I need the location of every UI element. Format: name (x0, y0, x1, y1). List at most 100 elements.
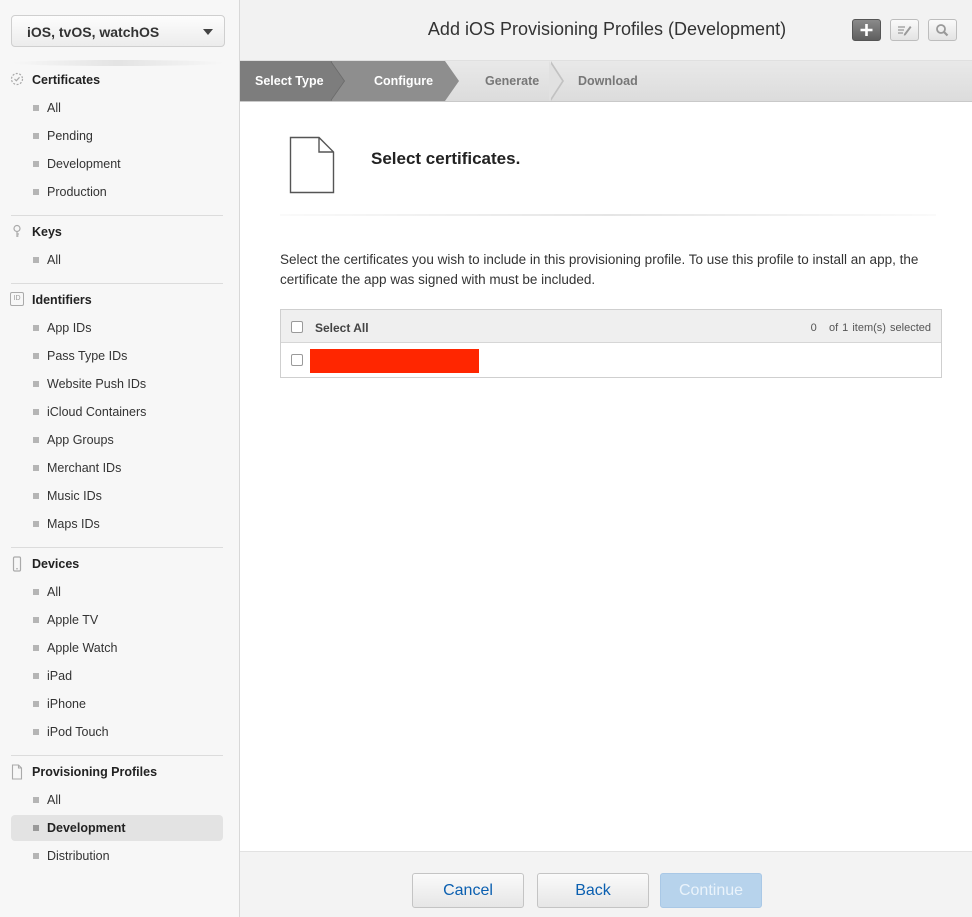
sidebar-item-maps-ids[interactable]: Maps IDs (11, 511, 223, 537)
sidebar-divider (11, 283, 223, 284)
sidebar-item-pass-type-ids[interactable]: Pass Type IDs (11, 343, 223, 369)
section-title-devices: Devices (32, 557, 80, 571)
select-shadow (11, 60, 225, 66)
bullet (33, 325, 39, 331)
sidebar-item-label: Music IDs (47, 489, 102, 503)
certificate-checkbox[interactable] (291, 354, 303, 366)
sidebar-item-profiles-all[interactable]: All (11, 787, 223, 813)
sidebar-divider (11, 215, 223, 216)
continue-button[interactable]: Continue (660, 873, 762, 908)
step-arrow (330, 61, 344, 101)
device-icon (10, 556, 24, 572)
step-arrow (445, 61, 459, 101)
bullet (33, 437, 39, 443)
certificate-icon (10, 72, 24, 86)
search-button[interactable] (928, 19, 957, 41)
certificate-name-redacted (310, 349, 479, 373)
document-icon (289, 136, 335, 199)
sidebar-item-label: iPad (47, 669, 73, 683)
document-icon (10, 764, 24, 780)
selection-count: 0 of 1 item(s) selected (811, 322, 931, 334)
sidebar-item-devices-all[interactable]: All (11, 579, 223, 605)
back-button[interactable]: Back (537, 873, 649, 908)
sidebar-item-label: Development (47, 821, 126, 835)
sidebar-item-label: Pass Type IDs (47, 349, 128, 363)
bullet (33, 381, 39, 387)
sidebar-item-icloud-containers[interactable]: iCloud Containers (11, 399, 223, 425)
key-icon (10, 224, 24, 238)
sidebar-item-label: All (47, 101, 61, 115)
bullet (33, 493, 39, 499)
sidebar-item-ipad[interactable]: iPad (11, 663, 223, 689)
bullet (33, 257, 39, 263)
sidebar-item-profiles-development[interactable]: Development (11, 815, 223, 841)
platform-select-value: iOS, tvOS, watchOS (27, 24, 160, 40)
bullet (33, 729, 39, 735)
cancel-button[interactable]: Cancel (412, 873, 524, 908)
bullet (33, 673, 39, 679)
sidebar-item-app-ids[interactable]: App IDs (11, 315, 223, 341)
sidebar-item-ipod-touch[interactable]: iPod Touch (11, 719, 223, 745)
bullet (33, 645, 39, 651)
sidebar-item-apple-watch[interactable]: Apple Watch (11, 635, 223, 661)
bullet (33, 465, 39, 471)
bullet (33, 353, 39, 359)
id-icon-text: ID (13, 295, 21, 302)
section-provisioning-profiles: Provisioning Profiles (0, 762, 240, 782)
sidebar-item-label: iCloud Containers (47, 405, 147, 419)
sidebar-item-label: All (47, 253, 61, 267)
sidebar-item-certificates-production[interactable]: Production (11, 179, 223, 205)
sidebar-item-website-push-ids[interactable]: Website Push IDs (11, 371, 223, 397)
main-content: Select certificates. Select the certific… (240, 102, 972, 851)
sidebar-item-label: Distribution (47, 849, 110, 863)
bullet (33, 617, 39, 623)
step-label: Select Type (255, 74, 324, 88)
sidebar-item-label: Development (47, 157, 121, 171)
sidebar-item-keys-all[interactable]: All (11, 247, 223, 273)
sidebar-item-apple-tv[interactable]: Apple TV (11, 607, 223, 633)
platform-select[interactable]: iOS, tvOS, watchOS (11, 15, 225, 47)
bullet (33, 189, 39, 195)
sidebar-item-certificates-development[interactable]: Development (11, 151, 223, 177)
step-download: Download (578, 61, 668, 101)
sidebar-item-label: Apple TV (47, 613, 99, 627)
step-label: Generate (485, 74, 540, 88)
sidebar-item-app-groups[interactable]: App Groups (11, 427, 223, 453)
sidebar-divider (11, 547, 223, 548)
sidebar-item-label: Production (47, 185, 107, 199)
sidebar-item-music-ids[interactable]: Music IDs (11, 483, 223, 509)
step-select-type: Select Type (240, 61, 332, 101)
sidebar: iOS, tvOS, watchOS Certificates All Pend… (0, 0, 240, 917)
bullet (33, 105, 39, 111)
page-header: Add iOS Provisioning Profiles (Developme… (240, 0, 972, 61)
section-title-identifiers: Identifiers (32, 293, 92, 307)
caret-down-icon (203, 29, 213, 35)
certificate-table: Select All 0 of 1 item(s) selected (280, 309, 942, 378)
section-title-keys: Keys (32, 225, 62, 239)
id-icon: ID (10, 292, 24, 306)
sidebar-divider (11, 755, 223, 756)
section-title-provisioning-profiles: Provisioning Profiles (32, 765, 158, 779)
search-icon (936, 24, 949, 37)
sidebar-item-iphone[interactable]: iPhone (11, 691, 223, 717)
plus-icon (860, 24, 873, 36)
step-progress-bar: Select Type Configure Generate Download (240, 61, 972, 102)
step-label: Configure (374, 74, 434, 88)
sidebar-item-certificates-all[interactable]: All (11, 95, 223, 121)
bullet (33, 409, 39, 415)
edit-button[interactable] (890, 19, 919, 41)
sidebar-item-certificates-pending[interactable]: Pending (11, 123, 223, 149)
step-configure: Configure (332, 61, 445, 101)
bullet (33, 521, 39, 527)
sidebar-item-label: All (47, 793, 61, 807)
select-all-checkbox[interactable] (291, 321, 303, 333)
sidebar-item-label: Pending (47, 129, 93, 143)
sidebar-item-profiles-distribution[interactable]: Distribution (11, 843, 223, 869)
bullet (33, 797, 39, 803)
sidebar-item-merchant-ids[interactable]: Merchant IDs (11, 455, 223, 481)
description-text: Select the certificates you wish to incl… (280, 252, 919, 287)
add-button[interactable] (852, 19, 881, 41)
bullet (33, 825, 39, 831)
selected-count: 0 (810, 322, 817, 334)
table-row[interactable] (281, 344, 941, 377)
